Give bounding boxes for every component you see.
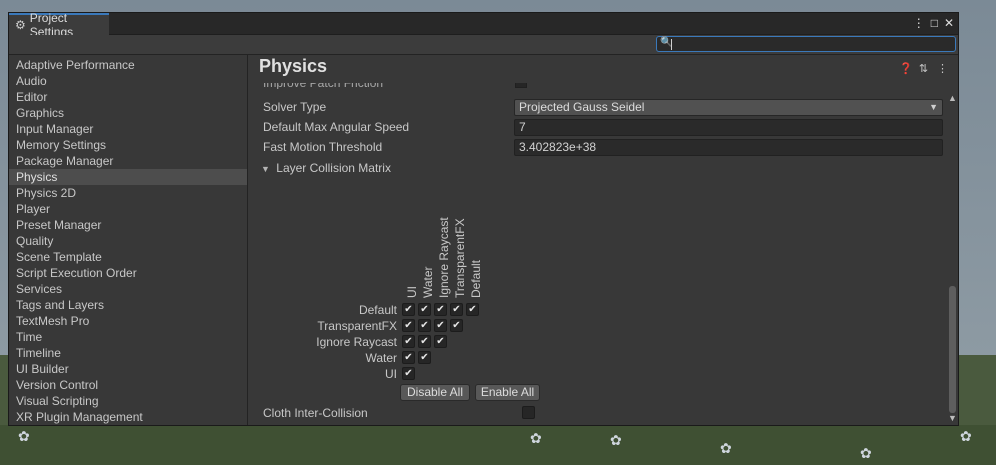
max-angular-speed-label: Default Max Angular Speed bbox=[263, 120, 410, 134]
sidebar-item-quality[interactable]: Quality bbox=[9, 233, 247, 249]
matrix-checkbox[interactable]: ✔ bbox=[434, 335, 447, 348]
enable-all-button[interactable]: Enable All bbox=[475, 384, 540, 401]
solver-type-value: Projected Gauss Seidel bbox=[519, 100, 645, 114]
maximize-icon[interactable]: □ bbox=[931, 16, 938, 30]
matrix-checkbox[interactable]: ✔ bbox=[402, 351, 415, 364]
sidebar: Adaptive Performance Audio Editor Graphics I… bbox=[9, 55, 248, 425]
sidebar-item-xr-plugin-management[interactable]: XR Plugin Management bbox=[9, 409, 247, 425]
toolbar: 🔍 bbox=[9, 35, 958, 55]
project-settings-window: ⚙ Project Settings ⋮ □ ✕ 🔍 Adaptive Perf… bbox=[8, 11, 959, 426]
flower-decoration: ✿ bbox=[530, 430, 542, 446]
matrix-checkbox[interactable]: ✔ bbox=[418, 319, 431, 332]
sidebar-item-memory-settings[interactable]: Memory Settings bbox=[9, 137, 247, 153]
scroll-up-icon[interactable]: ▲ bbox=[948, 93, 957, 103]
fast-motion-threshold-label: Fast Motion Threshold bbox=[263, 140, 383, 154]
fast-motion-threshold-field[interactable]: 3.402823e+38 bbox=[514, 139, 943, 156]
flower-decoration: ✿ bbox=[610, 432, 622, 448]
help-icon[interactable]: ❓ bbox=[899, 62, 913, 75]
foldout-arrow-icon: ▼ bbox=[261, 164, 270, 174]
sidebar-item-editor[interactable]: Editor bbox=[9, 89, 247, 105]
matrix-checkbox[interactable]: ✔ bbox=[434, 303, 447, 316]
matrix-row-label: TransparentFX bbox=[317, 319, 397, 333]
sidebar-item-textmesh-pro[interactable]: TextMesh Pro bbox=[9, 313, 247, 329]
scroll-thumb[interactable] bbox=[949, 286, 956, 413]
cutoff-row-toggle[interactable] bbox=[515, 83, 527, 88]
sidebar-item-physics-2d[interactable]: Physics 2D bbox=[9, 185, 247, 201]
matrix-column-label: UI bbox=[405, 286, 419, 298]
tab-project-settings[interactable]: ⚙ Project Settings bbox=[9, 11, 109, 39]
physics-settings-panel: Physics ❓ ⇅ ⋮ Improve Patch Friction Sol… bbox=[249, 55, 958, 425]
close-icon[interactable]: ✕ bbox=[944, 16, 954, 30]
matrix-checkbox[interactable]: ✔ bbox=[402, 367, 415, 380]
matrix-checkbox[interactable]: ✔ bbox=[418, 303, 431, 316]
sidebar-item-adaptive-performance[interactable]: Adaptive Performance bbox=[9, 57, 247, 73]
matrix-checkbox[interactable]: ✔ bbox=[402, 303, 415, 316]
gear-icon: ⚙ bbox=[15, 18, 26, 32]
matrix-checkbox[interactable]: ✔ bbox=[450, 319, 463, 332]
sidebar-item-version-control[interactable]: Version Control bbox=[9, 377, 247, 393]
solver-type-label: Solver Type bbox=[263, 100, 327, 114]
sidebar-item-script-execution-order[interactable]: Script Execution Order bbox=[9, 265, 247, 281]
matrix-row-label: Water bbox=[365, 351, 397, 365]
sidebar-item-scene-template[interactable]: Scene Template bbox=[9, 249, 247, 265]
more-options-icon[interactable]: ⋮ bbox=[913, 16, 925, 30]
matrix-column-label: TransparentFX bbox=[453, 218, 467, 298]
matrix-row-label: Default bbox=[358, 303, 397, 317]
matrix-checkbox[interactable]: ✔ bbox=[402, 335, 415, 348]
matrix-checkbox[interactable]: ✔ bbox=[418, 351, 431, 364]
sidebar-item-package-manager[interactable]: Package Manager bbox=[9, 153, 247, 169]
sidebar-item-tags-and-layers[interactable]: Tags and Layers bbox=[9, 297, 247, 313]
matrix-checkbox[interactable]: ✔ bbox=[434, 319, 447, 332]
flower-decoration: ✿ bbox=[720, 440, 732, 456]
matrix-column-label: Ignore Raycast bbox=[437, 217, 451, 298]
header-icons: ❓ ⇅ ⋮ bbox=[899, 62, 948, 75]
disable-all-button[interactable]: Disable All bbox=[400, 384, 470, 401]
page-title: Physics bbox=[259, 56, 328, 76]
matrix-checkbox[interactable]: ✔ bbox=[418, 335, 431, 348]
matrix-row-label: Ignore Raycast bbox=[316, 335, 397, 349]
sidebar-item-graphics[interactable]: Graphics bbox=[9, 105, 247, 121]
flower-decoration: ✿ bbox=[860, 445, 872, 461]
preset-icon[interactable]: ⇅ bbox=[918, 62, 929, 75]
scrollbar[interactable]: ▲ ▼ bbox=[947, 55, 958, 425]
cloth-inter-collision-toggle[interactable] bbox=[522, 406, 535, 419]
sidebar-item-time[interactable]: Time bbox=[9, 329, 247, 345]
window-controls: ⋮ □ ✕ bbox=[913, 16, 954, 30]
matrix-checkbox[interactable]: ✔ bbox=[466, 303, 479, 316]
sidebar-item-visual-scripting[interactable]: Visual Scripting bbox=[9, 393, 247, 409]
sidebar-item-timeline[interactable]: Timeline bbox=[9, 345, 247, 361]
flower-decoration: ✿ bbox=[960, 428, 972, 444]
cloth-inter-collision-label: Cloth Inter-Collision bbox=[263, 406, 368, 420]
matrix-column-label: Water bbox=[421, 266, 435, 298]
title-bar: ⚙ Project Settings ⋮ □ ✕ bbox=[9, 11, 958, 39]
sidebar-item-preset-manager[interactable]: Preset Manager bbox=[9, 217, 247, 233]
matrix-checkbox[interactable]: ✔ bbox=[450, 303, 463, 316]
sidebar-item-services[interactable]: Services bbox=[9, 281, 247, 297]
foldout-label: Layer Collision Matrix bbox=[276, 161, 391, 175]
text-caret bbox=[671, 39, 672, 50]
cutoff-row-label: Improve Patch Friction bbox=[263, 83, 493, 89]
matrix-column-label: Default bbox=[469, 259, 483, 298]
dropdown-arrow-icon: ▼ bbox=[929, 102, 938, 112]
sidebar-item-audio[interactable]: Audio bbox=[9, 73, 247, 89]
matrix-row-label: UI bbox=[385, 367, 397, 381]
flower-decoration: ✿ bbox=[18, 428, 30, 444]
scene-grass bbox=[0, 425, 996, 465]
sidebar-item-physics[interactable]: Physics bbox=[9, 169, 247, 185]
sidebar-item-ui-builder[interactable]: UI Builder bbox=[9, 361, 247, 377]
search-input[interactable]: 🔍 bbox=[656, 36, 956, 52]
sidebar-item-input-manager[interactable]: Input Manager bbox=[9, 121, 247, 137]
matrix-checkbox[interactable]: ✔ bbox=[402, 319, 415, 332]
layer-collision-matrix-foldout[interactable]: ▼ Layer Collision Matrix bbox=[261, 159, 391, 177]
solver-type-dropdown[interactable]: Projected Gauss Seidel ▼ bbox=[514, 99, 943, 116]
scroll-down-icon[interactable]: ▼ bbox=[948, 413, 957, 423]
sidebar-item-player[interactable]: Player bbox=[9, 201, 247, 217]
max-angular-speed-field[interactable]: 7 bbox=[514, 119, 943, 136]
